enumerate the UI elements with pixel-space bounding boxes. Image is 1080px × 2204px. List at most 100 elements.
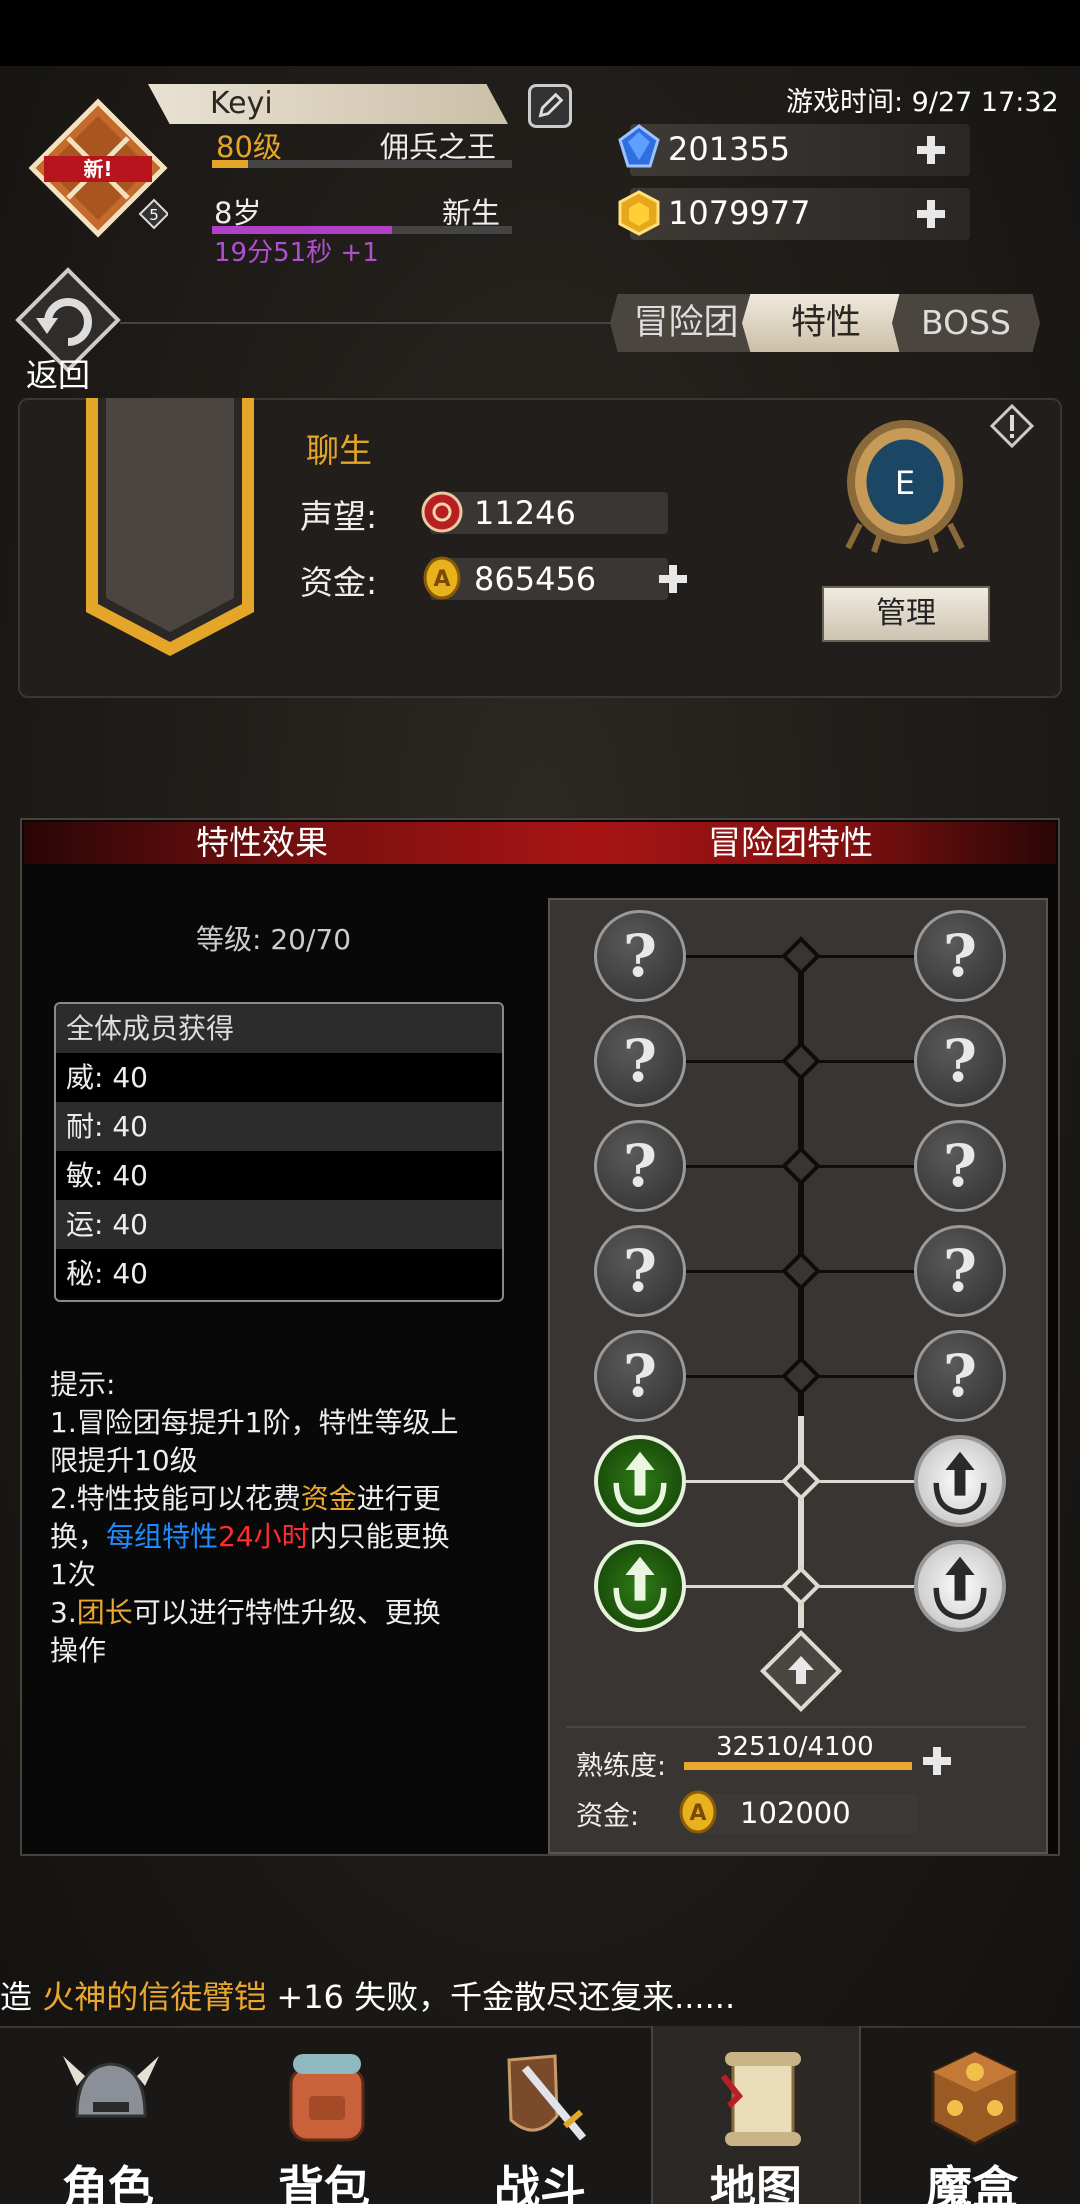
inactive-trait-right-6[interactable]	[914, 1435, 1006, 1527]
tree-divider	[566, 1726, 1026, 1728]
trait-grade: 等级: 20/70	[196, 923, 352, 956]
locked-trait-left-2[interactable]: ?	[594, 1015, 686, 1107]
gold-icon	[618, 190, 660, 236]
magic-box-icon	[931, 2050, 1019, 2146]
proficiency-fill	[684, 1762, 912, 1770]
status-bar	[0, 0, 1080, 66]
ticker-item: 火神的信徒臂铠	[42, 1978, 267, 2016]
locked-trait-right-4[interactable]: ?	[914, 1225, 1006, 1317]
locked-trait-right-2[interactable]: ?	[914, 1015, 1006, 1107]
level-progress-fill	[212, 160, 248, 168]
tip-leader-highlight: 团长	[76, 1596, 133, 1629]
nav-helmet[interactable]: 角色	[3, 2026, 213, 2204]
backpack-icon	[289, 2054, 365, 2142]
add-proficiency-icon[interactable]	[920, 1744, 954, 1778]
diamond-value: 201355	[668, 130, 791, 168]
svg-text:A: A	[689, 1801, 706, 1826]
funds-field: 865456	[430, 558, 668, 600]
locked-trait-left-5[interactable]: ?	[594, 1330, 686, 1422]
nav-label: 背包	[278, 2161, 370, 2204]
nav-label: 战斗	[494, 2161, 586, 2204]
tips-text: 提示: 1.冒险团每提升1阶，特性等级上限提升10级 2.特性技能可以花费资金进…	[50, 1366, 460, 1670]
diamond-icon	[618, 124, 660, 168]
tip-3: 3.团长可以进行特性升级、更换操作	[50, 1596, 441, 1667]
manage-button[interactable]: 管理	[822, 586, 990, 642]
proficiency-label: 熟练度:	[576, 1751, 667, 1782]
tab-traits[interactable]: 特性	[742, 294, 910, 352]
cost-label: 资金:	[576, 1801, 640, 1832]
tip-hours-highlight: 24小时	[218, 1520, 310, 1553]
helmet-icon	[63, 2056, 159, 2118]
stat-row-luck: 运: 40	[56, 1200, 502, 1249]
trait-effect-title: 特性效果	[196, 823, 328, 862]
locked-trait-left-1[interactable]: ?	[594, 910, 686, 1002]
locked-trait-right-5[interactable]: ?	[914, 1330, 1006, 1422]
cost-value: 102000	[740, 1796, 851, 1830]
stat-row-mystic: 秘: 40	[56, 1249, 502, 1298]
nav-label: 角色	[62, 2161, 154, 2204]
add-funds-icon[interactable]	[656, 562, 690, 596]
level-progress-bar	[212, 160, 512, 168]
add-diamond-icon[interactable]	[914, 133, 948, 167]
upgrade-arrow-glyph	[788, 1656, 814, 1684]
inactive-trait-right-7[interactable]	[914, 1540, 1006, 1632]
tip-group-highlight: 每组特性	[106, 1520, 219, 1553]
cost-coin-icon: A	[679, 1790, 717, 1834]
reputation-icon	[421, 491, 463, 533]
ticker-suffix: +16 失败，千金散尽还复来......	[266, 1978, 736, 2016]
stat-row-agility: 敏: 40	[56, 1151, 502, 1200]
stat-row-power: 威: 40	[56, 1053, 502, 1102]
funds-label: 资金:	[300, 563, 378, 602]
locked-trait-left-4[interactable]: ?	[594, 1225, 686, 1317]
nav-backpack[interactable]: 背包	[219, 2026, 429, 2204]
emblem-badge: 新!	[83, 157, 112, 181]
funds-coin-icon: A	[423, 556, 461, 600]
proficiency-value: 32510/4100	[716, 1732, 874, 1762]
trait-arrow-icon	[933, 1451, 987, 1515]
reputation-label: 声望:	[300, 497, 378, 536]
add-gold-icon[interactable]	[914, 197, 948, 231]
diamond-counter: 201355	[630, 124, 970, 176]
trait-arrow-icon	[933, 1556, 987, 1620]
trait-arrow-icon	[613, 1556, 667, 1620]
sword-shield-icon	[507, 2054, 587, 2141]
game-time: 游戏时间: 9/27 17:32	[786, 87, 1059, 118]
guild-rank-letter: E	[895, 464, 915, 502]
active-trait-left-6[interactable]	[594, 1435, 686, 1527]
stat-bonus-table: 全体成员获得 威: 40 耐: 40 敏: 40 运: 40 秘: 40	[54, 1002, 504, 1302]
tab-adventure-group[interactable]: 冒险团	[610, 294, 762, 352]
reputation-value: 11246	[474, 494, 576, 532]
gold-value: 1079977	[668, 194, 811, 232]
svg-text:A: A	[433, 567, 450, 592]
funds-value: 865456	[474, 560, 597, 598]
locked-trait-right-1[interactable]: ?	[914, 910, 1006, 1002]
tips-title: 提示:	[50, 1368, 116, 1401]
nav-label: 地图	[710, 2161, 802, 2204]
trait-arrow-icon	[613, 1451, 667, 1515]
nav-label: 魔盒	[926, 2161, 1018, 2204]
back-button-label[interactable]: 返回	[26, 350, 90, 396]
traits-header-bar	[24, 822, 1056, 864]
active-trait-left-7[interactable]	[594, 1540, 686, 1632]
gold-counter: 1079977	[630, 188, 970, 240]
name-plate	[148, 84, 508, 124]
guild-name: 聊生	[306, 431, 372, 470]
emblem-icon[interactable]: 新! 5	[28, 98, 168, 238]
tip-1: 1.冒险团每提升1阶，特性等级上限提升10级	[50, 1406, 459, 1477]
nav-magic-box[interactable]: 魔盒	[867, 2026, 1077, 2204]
nav-scroll-map[interactable]: 地图	[651, 2026, 861, 2204]
player-name: Keyi	[210, 86, 273, 121]
tab-divider	[120, 322, 620, 324]
info-icon[interactable]	[990, 404, 1034, 448]
nav-sword-shield[interactable]: 战斗	[435, 2026, 645, 2204]
ticker-prefix: 造	[0, 1978, 43, 2016]
guild-rank-icon: E	[845, 420, 965, 553]
tip-funds-highlight: 资金	[300, 1482, 357, 1515]
tab-boss[interactable]: BOSS	[892, 294, 1040, 352]
proficiency-bar	[684, 1762, 912, 1770]
edit-icon[interactable]	[528, 84, 572, 128]
locked-trait-left-3[interactable]: ?	[594, 1120, 686, 1212]
locked-trait-right-3[interactable]: ?	[914, 1120, 1006, 1212]
age-timer: 19分51秒 +1	[214, 238, 379, 268]
stat-row-endurance: 耐: 40	[56, 1102, 502, 1151]
